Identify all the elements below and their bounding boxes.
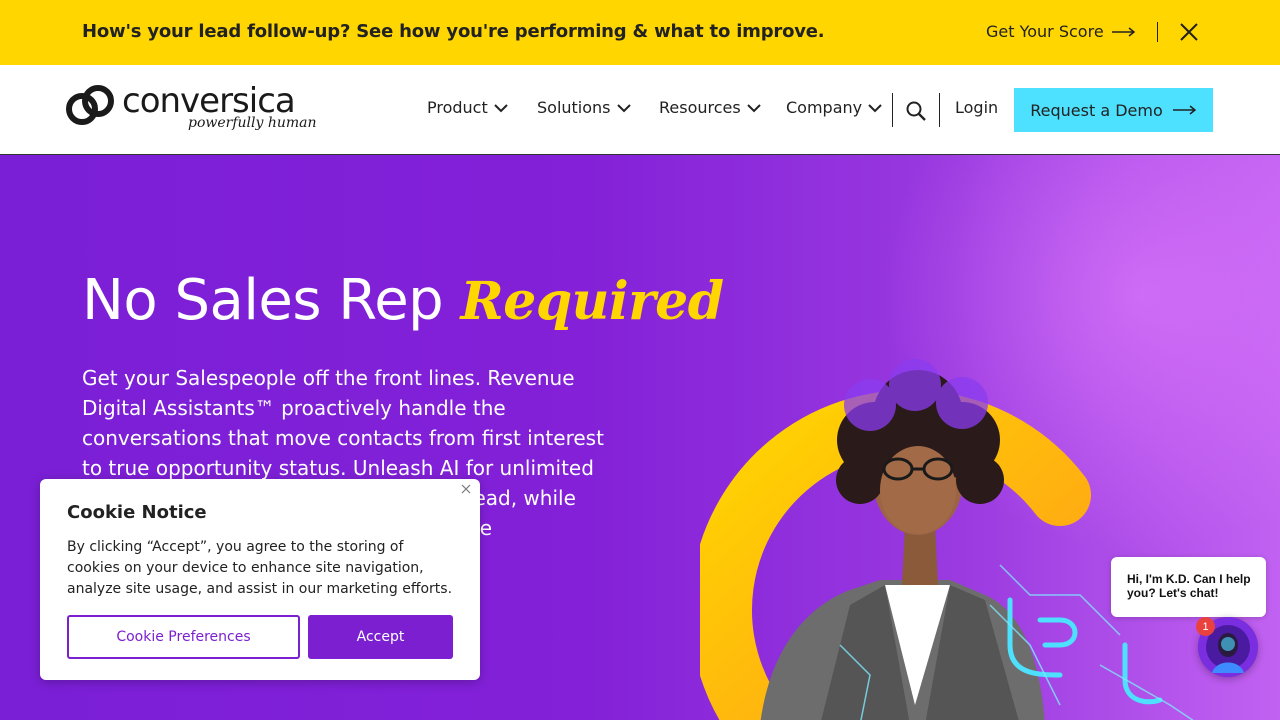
chevron-down-icon bbox=[747, 103, 761, 112]
nav-solutions[interactable]: Solutions bbox=[537, 98, 631, 117]
nav-resources-label: Resources bbox=[659, 98, 741, 117]
conversica-logo[interactable]: conversica powerfully human bbox=[66, 81, 326, 139]
site-header: conversica powerfully human Product Solu… bbox=[0, 65, 1280, 155]
hero-illustration bbox=[700, 359, 1194, 720]
cookie-title: Cookie Notice bbox=[67, 502, 207, 523]
chat-greeting-bubble[interactable]: Hi, I'm K.D. Can I help you? Let's chat! bbox=[1111, 557, 1266, 617]
arrow-right-icon bbox=[1111, 26, 1135, 37]
announcement-bar: How's your lead follow-up? See how you'r… bbox=[0, 0, 1280, 65]
announcement-divider bbox=[1157, 22, 1158, 42]
hero-title-accent: Required bbox=[460, 271, 725, 332]
logo-mark-icon bbox=[66, 85, 114, 125]
close-icon[interactable] bbox=[460, 483, 472, 495]
cookie-body: By clicking “Accept”, you agree to the s… bbox=[67, 539, 453, 597]
chevron-down-icon bbox=[616, 103, 631, 112]
close-icon[interactable] bbox=[1178, 21, 1200, 43]
hero-title: No Sales Rep Required bbox=[82, 268, 724, 333]
search-icon[interactable] bbox=[905, 100, 927, 122]
hero-title-plain: No Sales Rep bbox=[82, 268, 444, 333]
chevron-down-icon bbox=[868, 103, 882, 112]
chevron-down-icon bbox=[494, 103, 508, 112]
announcement-text: How's your lead follow-up? See how you'r… bbox=[82, 21, 825, 42]
nav-solutions-label: Solutions bbox=[537, 98, 611, 117]
arrow-right-icon bbox=[1172, 105, 1196, 115]
nav-product[interactable]: Product bbox=[427, 98, 508, 117]
logo-tagline: powerfully human bbox=[188, 115, 317, 131]
cookie-preferences-button[interactable]: Cookie Preferences bbox=[67, 615, 300, 659]
request-demo-button[interactable]: Request a Demo bbox=[1014, 88, 1213, 132]
nav-resources[interactable]: Resources bbox=[659, 98, 761, 117]
nav-divider bbox=[939, 93, 940, 127]
nav-company[interactable]: Company bbox=[786, 98, 882, 117]
request-demo-label: Request a Demo bbox=[1030, 100, 1163, 120]
cookie-accept-button[interactable]: Accept bbox=[308, 615, 453, 659]
nav-divider bbox=[892, 93, 893, 127]
nav-product-label: Product bbox=[427, 98, 488, 117]
get-score-label: Get Your Score bbox=[986, 22, 1104, 41]
chat-unread-badge: 1 bbox=[1196, 617, 1215, 636]
nav-company-label: Company bbox=[786, 98, 863, 117]
login-link[interactable]: Login bbox=[955, 98, 998, 117]
get-score-link[interactable]: Get Your Score bbox=[986, 22, 1136, 41]
cookie-notice: Cookie Notice By clicking “Accept”, you … bbox=[40, 479, 480, 680]
